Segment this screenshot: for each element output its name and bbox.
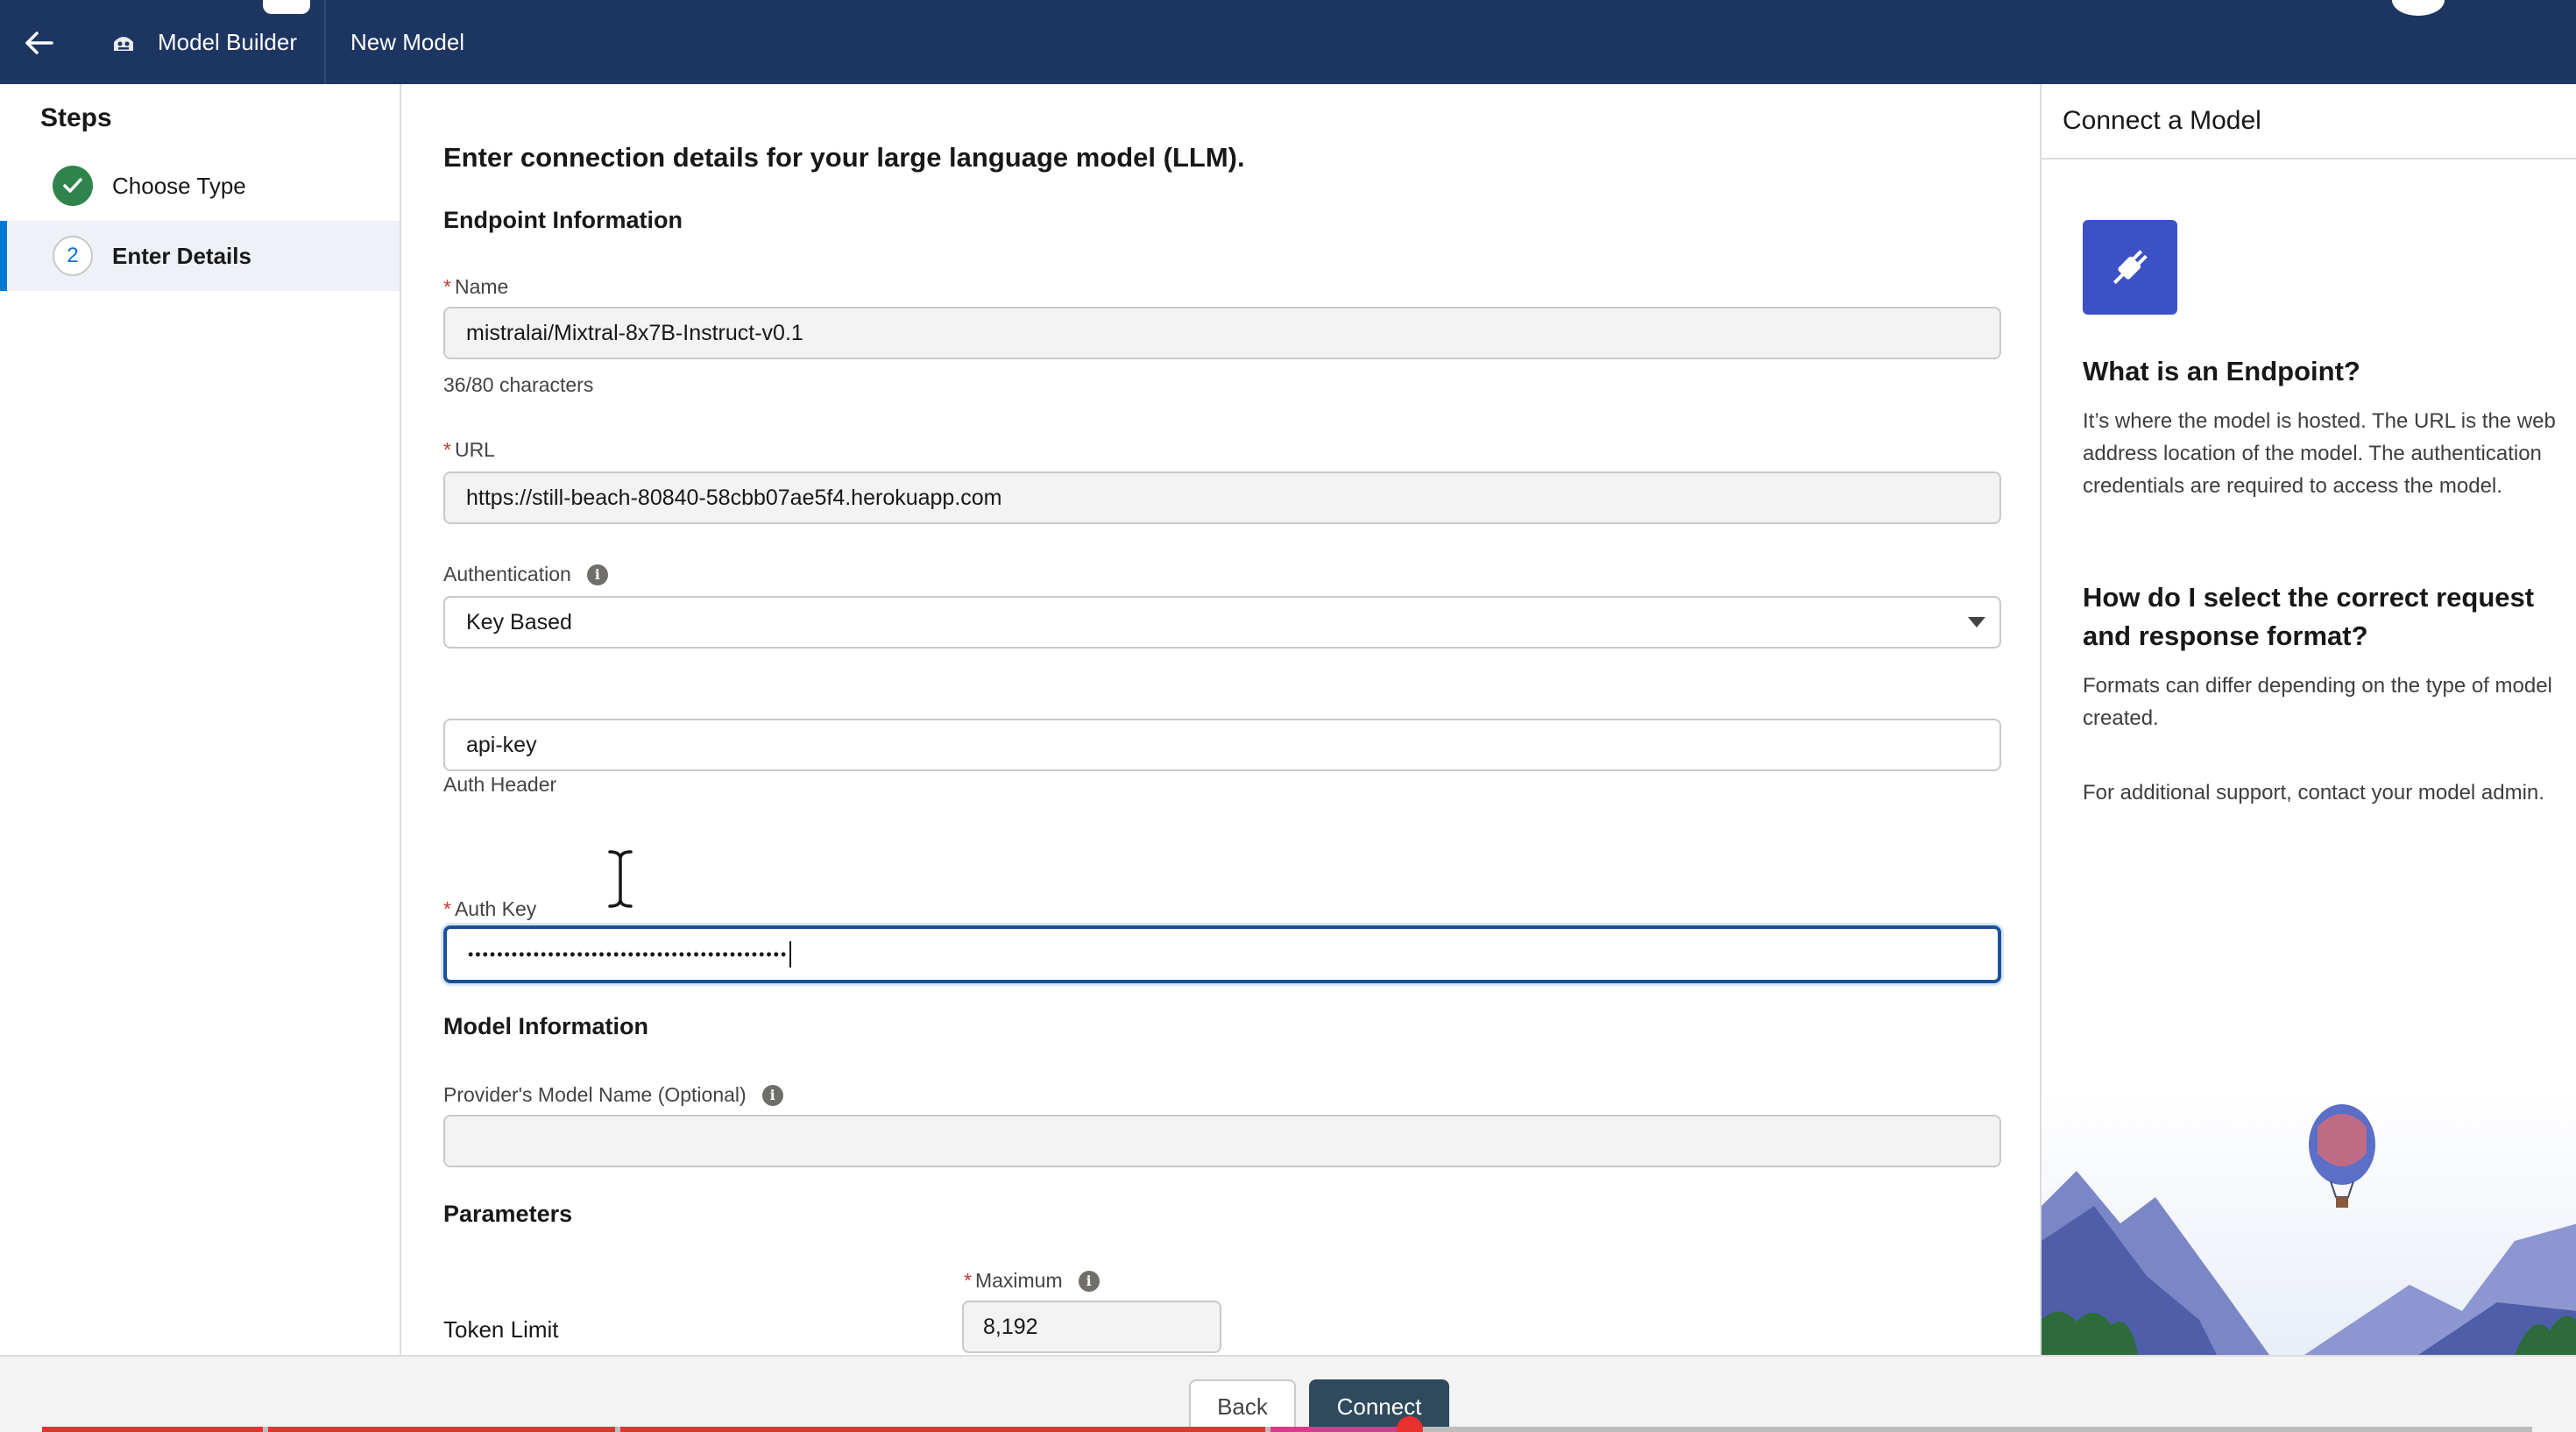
token-limit-label: Token Limit [443,1316,559,1343]
info-icon[interactable]: i [761,1084,783,1106]
help-panel-title: Connect a Model [2042,84,2576,160]
video-progress-bar[interactable] [42,1416,2532,1432]
ibeam-cursor-icon [606,848,634,910]
checkmark-icon [53,166,93,206]
tab-label: Model Builder [158,28,297,55]
token-limit-maximum-field[interactable]: 8,192 [962,1301,1221,1353]
model-section-title: Model Information [443,1013,648,1039]
url-value: https://still-beach-80840-58cbb07ae5f4.h… [466,485,1002,510]
authentication-select[interactable]: Key Based [443,596,2001,649]
required-mark: * [443,438,451,461]
auth-key-label-text: Auth Key [454,897,537,920]
name-label: * Name [443,275,508,299]
chevron-down-icon [1968,617,1985,627]
name-value: mistralai/Mixtral-8x7B-Instruct-v0.1 [466,320,803,345]
maximum-label: * Maximum i [964,1269,1100,1293]
progress-segment [268,1427,615,1432]
tab-model-builder[interactable]: Model Builder [103,0,326,84]
endpoint-section-title: Endpoint Information [443,207,683,233]
required-mark: * [443,275,451,298]
step-label: Choose Type [112,172,246,199]
url-field[interactable]: https://still-beach-80840-58cbb07ae5f4.h… [443,471,2001,524]
info-icon[interactable]: i [1078,1270,1100,1292]
required-mark: * [443,897,451,920]
text-cursor [789,941,792,968]
auth-key-masked-value: ••••••••••••••••••••••••••••••••••••••••… [468,945,789,963]
step-number: 2 [53,236,93,276]
help-panel: Connect a Model What is an Endpoint? It’… [2040,84,2576,1355]
back-button[interactable]: Back [1189,1379,1296,1432]
url-label: * URL [443,438,495,462]
connect-button[interactable]: Connect [1309,1379,1449,1432]
help-answer-endpoint: It’s where the model is hosted. The URL … [2083,409,2556,498]
step-label: Enter Details [112,242,251,269]
token-limit-value: 8,192 [983,1314,1038,1339]
steps-panel: Steps Choose Type 2 Enter Details [0,84,401,1355]
steps-title: Steps [40,103,112,132]
tab-new-model[interactable]: New Model [350,0,464,84]
auth-header-value: api-key [466,732,537,757]
authentication-value: Key Based [466,609,572,634]
avatar[interactable] [2392,0,2445,16]
footer-bar: Back Connect [0,1355,2576,1432]
mountains-balloon-illustration [2042,1092,2576,1355]
url-label-text: URL [454,438,495,461]
progress-segment [620,1427,1265,1432]
provider-model-label: Provider's Model Name (Optional) i [443,1083,783,1107]
provider-model-label-text: Provider's Model Name (Optional) [443,1083,747,1106]
plug-icon [2083,220,2177,315]
name-field[interactable]: mistralai/Mixtral-8x7B-Instruct-v0.1 [443,307,2001,359]
step-choose-type[interactable]: Choose Type [0,151,400,221]
authentication-label: Authentication i [443,563,608,586]
auth-header-field[interactable]: api-key [443,719,2001,771]
model-builder-icon [105,24,142,60]
help-question-format: How do I select the correct request and … [2083,582,2535,651]
form-title: Enter connection details for your large … [443,142,1245,173]
global-header: Model Builder New Model [0,0,2576,84]
parameters-section-title: Parameters [443,1201,573,1227]
help-answer-format: Formats can differ depending on the type… [2083,674,2552,730]
required-mark: * [964,1269,972,1292]
back-arrow-button[interactable] [19,23,60,63]
character-count: 36/80 characters [443,373,594,396]
provider-model-field[interactable] [443,1115,2001,1167]
step-enter-details[interactable]: 2 Enter Details [0,221,400,291]
help-support-text: For additional support, contact your mod… [2083,781,2544,805]
progress-segment [1270,1427,1411,1432]
progress-segment [42,1427,263,1432]
auth-header-label-text: Auth Header [443,773,557,796]
auth-key-label: * Auth Key [443,897,536,921]
name-label-text: Name [454,275,509,298]
auth-header-label: Auth Header [443,773,556,797]
maximum-label-text: Maximum [974,1269,1063,1292]
help-question-endpoint: What is an Endpoint? [2083,356,2360,386]
authentication-label-text: Authentication [443,563,571,585]
auth-key-field[interactable]: ••••••••••••••••••••••••••••••••••••••••… [443,925,2001,983]
arrow-left-icon [25,32,53,54]
connection-form: Enter connection details for your large … [403,84,2040,1355]
tab-label: New Model [350,28,465,55]
info-icon[interactable]: i [586,564,608,585]
